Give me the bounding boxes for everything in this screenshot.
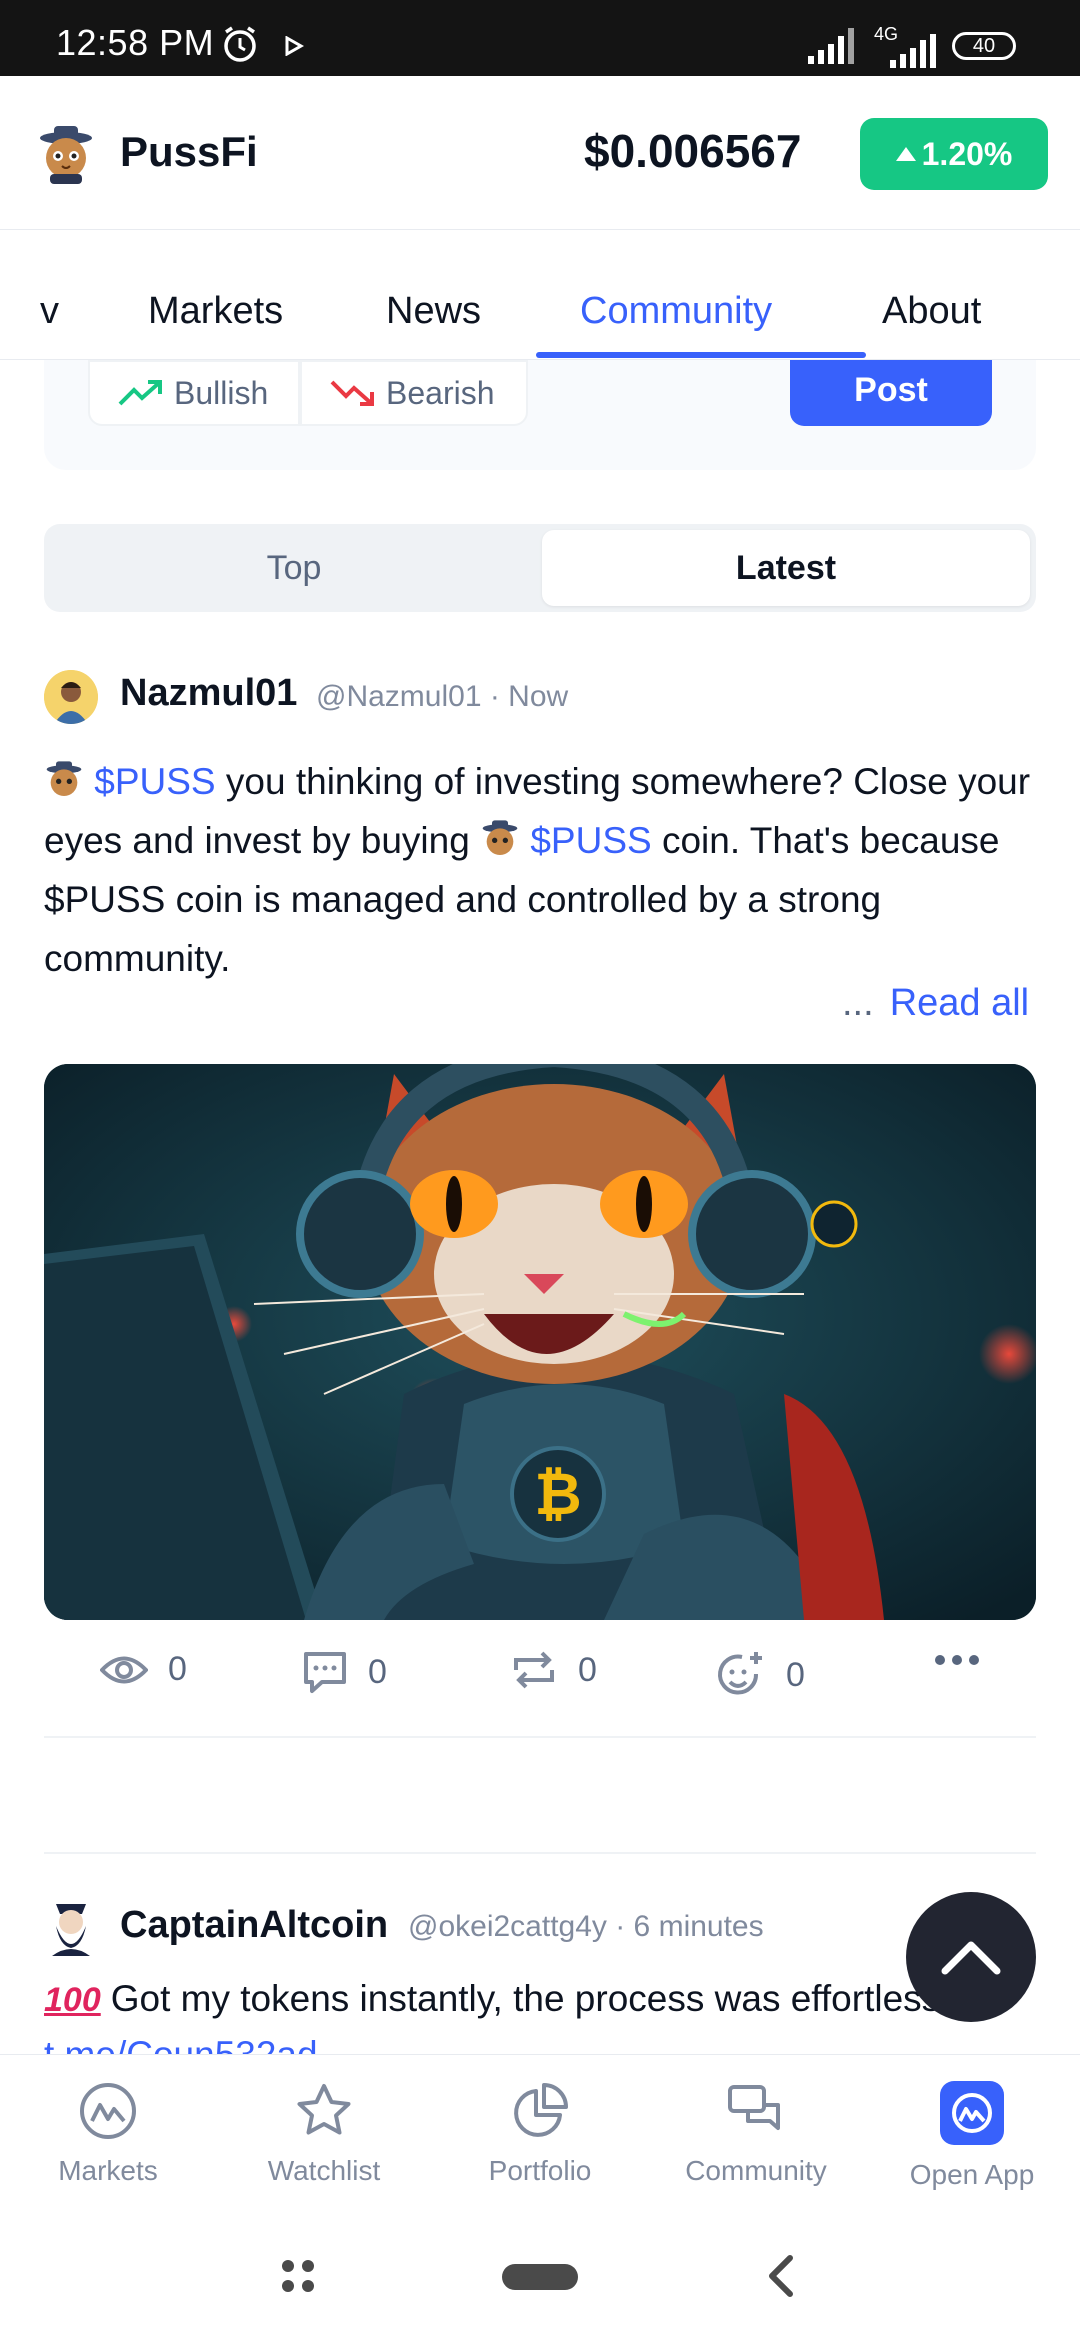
coin-tabs: v Markets News Community About: [0, 230, 1080, 360]
up-arrow-icon: [895, 147, 916, 161]
status-bar: 12:58 PM 4G 40: [0, 0, 1080, 76]
coin-logo: [36, 124, 96, 184]
bearish-button[interactable]: Bearish: [300, 360, 528, 426]
coin-name: PussFi: [120, 128, 258, 175]
avatar[interactable]: [44, 1896, 98, 1956]
coinmarketcap-app-icon: [940, 2081, 1004, 2145]
nav-markets-label: Markets: [58, 2155, 158, 2186]
svg-text:₿: ₿: [534, 1462, 581, 1527]
tab-news[interactable]: News: [386, 290, 481, 333]
bullish-button[interactable]: Bullish: [88, 360, 300, 426]
post-text: 100 Got my tokens instantly, the process …: [44, 1978, 940, 2020]
nav-portfolio-label: Portfolio: [488, 2155, 592, 2186]
repost-icon: [514, 1651, 554, 1689]
post-button[interactable]: Post: [790, 354, 992, 426]
feed-sort-toggle: Top Latest: [44, 524, 1036, 612]
nav-community[interactable]: Community: [648, 2081, 864, 2187]
eye-icon: [100, 1656, 148, 1683]
alarm-icon: [220, 24, 260, 69]
read-all-ellipsis: ...: [842, 982, 874, 1024]
home-button[interactable]: [502, 2264, 578, 2290]
nav-portfolio[interactable]: Portfolio: [432, 2081, 648, 2187]
signal-icon-2: [870, 34, 936, 73]
hundred-points-icon: 100: [44, 1981, 101, 2019]
tab-community[interactable]: Community: [580, 290, 772, 333]
add-reaction-icon: [718, 1652, 762, 1695]
more-icon: [935, 1655, 979, 1665]
views-stat: 0: [100, 1650, 187, 1689]
avatar[interactable]: [44, 670, 98, 724]
price-change-value: 1.20%: [921, 135, 1013, 172]
post-image[interactable]: ₿: [44, 1064, 1036, 1620]
post-divider: [44, 1736, 1036, 1738]
battery-indicator: 40: [952, 32, 1016, 60]
nav-open-app-label: Open App: [909, 2159, 1035, 2190]
coin-price: $0.006567: [584, 125, 802, 177]
cashtag-link[interactable]: $PUSS: [94, 761, 215, 802]
recent-apps-button[interactable]: [280, 2258, 316, 2299]
more-options-button[interactable]: [934, 1654, 980, 1666]
chevron-up-icon: [941, 1941, 1001, 1975]
tab-partial[interactable]: v: [40, 290, 59, 333]
star-icon: [294, 2081, 354, 2141]
nav-community-label: Community: [685, 2155, 827, 2186]
post-handle: @okei2cattg4y · 6 minutes: [408, 1910, 764, 1943]
post-divider: [44, 1852, 1036, 1854]
system-navigation-bar: [0, 2204, 1080, 2340]
pie-chart-icon: [510, 2081, 570, 2141]
bullish-label: Bullish: [174, 374, 269, 411]
coin-header: PussFi $0.006567 1.20%: [0, 76, 1080, 230]
tab-markets[interactable]: Markets: [148, 290, 283, 333]
active-tab-indicator: [536, 352, 866, 358]
post2-line1: Got my tokens instantly, the process was…: [110, 1978, 941, 2019]
react-button[interactable]: 0: [716, 1650, 805, 1700]
post-actions: 0 0 0 0: [44, 1640, 1036, 1710]
reactions-count: 0: [786, 1655, 805, 1694]
repost-button[interactable]: 0: [510, 1650, 597, 1690]
markets-icon: [78, 2081, 138, 2141]
back-button[interactable]: [766, 2254, 796, 2303]
trend-up-icon: [118, 380, 162, 406]
post-handle: @Nazmul01 · Now: [316, 680, 569, 713]
post-author[interactable]: CaptainAltcoin: [120, 1904, 388, 1947]
cat-emoji-icon: [44, 758, 84, 798]
signal-icon: [806, 26, 856, 71]
sort-latest-option[interactable]: Latest: [542, 530, 1030, 606]
sort-top-option[interactable]: Top: [50, 530, 538, 606]
tab-about[interactable]: About: [882, 290, 981, 333]
comment-button[interactable]: 0: [302, 1650, 387, 1694]
trend-down-icon: [330, 380, 374, 406]
reposts-count: 0: [578, 1650, 597, 1689]
chat-bubbles-icon: [726, 2081, 786, 2141]
nav-watchlist-label: Watchlist: [267, 2155, 381, 2186]
status-time: 12:58 PM: [56, 22, 215, 63]
read-all-label: Read all: [889, 982, 1030, 1024]
post-text: $PUSS you thinking of investing somewher…: [44, 752, 1044, 988]
nav-markets[interactable]: Markets: [0, 2081, 216, 2187]
price-change-badge: 1.20%: [860, 118, 1048, 190]
bearish-label: Bearish: [386, 374, 495, 411]
cat-emoji-icon: [480, 817, 520, 857]
comment-icon: [304, 1652, 346, 1693]
read-all-link[interactable]: ... Read all: [842, 982, 1029, 1025]
play-icon: [284, 35, 305, 61]
bottom-navigation: Markets Watchlist Portfolio Community Op…: [0, 2054, 1080, 2204]
nav-open-app[interactable]: Open App: [864, 2081, 1080, 2191]
scroll-to-top-button[interactable]: [906, 1892, 1036, 2022]
views-count: 0: [168, 1650, 187, 1688]
comments-count: 0: [368, 1652, 387, 1691]
nav-watchlist[interactable]: Watchlist: [216, 2081, 432, 2187]
cashtag-link[interactable]: $PUSS: [530, 820, 651, 861]
post-author[interactable]: Nazmul01: [120, 672, 297, 715]
